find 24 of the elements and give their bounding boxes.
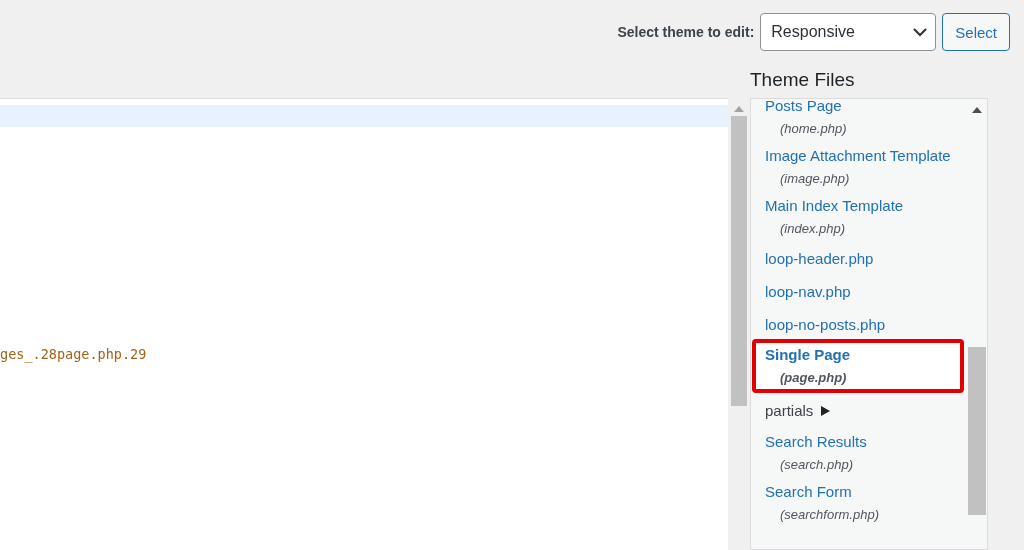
file-link[interactable]: Image Attachment Template bbox=[765, 147, 951, 164]
scroll-up-icon[interactable] bbox=[972, 107, 982, 113]
theme-dropdown[interactable]: Responsive bbox=[760, 13, 937, 51]
chevron-icon bbox=[913, 27, 928, 37]
file-name: (page.php) bbox=[780, 370, 847, 385]
file-name: (image.php) bbox=[780, 171, 850, 186]
select-button[interactable]: Select bbox=[942, 13, 1010, 51]
file-link[interactable]: loop-header.php bbox=[765, 250, 874, 267]
file-name: (home.php) bbox=[780, 121, 847, 136]
file-name: (search.php) bbox=[780, 457, 853, 472]
file-link[interactable]: loop-no-posts.php bbox=[765, 316, 886, 333]
file-link[interactable]: Search Form bbox=[765, 483, 852, 500]
theme-select-label: Select theme to edit: bbox=[617, 24, 755, 40]
file-link[interactable]: Posts Page bbox=[765, 99, 842, 114]
code-editor[interactable]: ges_.28page.php.29 bbox=[0, 98, 728, 550]
theme-files-heading: Theme Files bbox=[750, 69, 856, 91]
file-link[interactable]: Search Results bbox=[765, 433, 867, 450]
file-link[interactable]: Single Page bbox=[765, 346, 851, 363]
file-name: (index.php) bbox=[780, 221, 846, 236]
file-link[interactable]: loop-nav.php bbox=[765, 283, 851, 300]
file-name: (searchform.php) bbox=[780, 507, 879, 522]
folder-toggle[interactable]: partials bbox=[765, 402, 831, 419]
file-link[interactable]: Main Index Template bbox=[765, 197, 904, 214]
code-line: ges_.28page.php.29 bbox=[0, 346, 147, 362]
